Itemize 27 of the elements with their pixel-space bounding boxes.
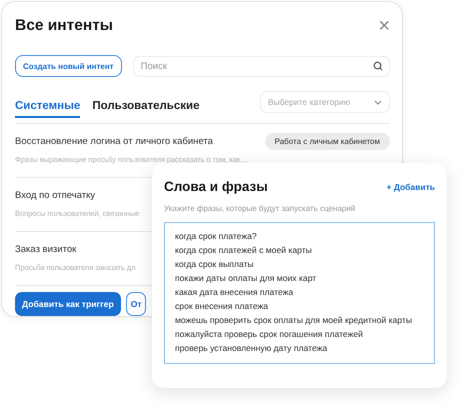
add-button[interactable]: + Добавить — [386, 182, 435, 192]
intent-title[interactable]: Заказ визиток — [15, 244, 76, 254]
tab[interactable]: Системные — [15, 96, 80, 118]
intent-title[interactable]: Вход по отпечатку — [15, 190, 96, 200]
dialog-title: Все интенты — [15, 17, 114, 35]
phrases-input-field[interactable] — [164, 222, 435, 364]
phrase-line: когда срок платежей с моей карты — [175, 244, 312, 257]
phrase-line: какая дата внесения платежа — [175, 286, 294, 299]
chevron-icon — [374, 100, 382, 104]
secondary-button[interactable]: От — [126, 292, 146, 316]
card-hint: Укажите фразы, которые будут запускать сценарий — [164, 204, 356, 213]
card-title: Слова и фразы — [164, 179, 268, 194]
phrase-line: когда срок выплаты — [175, 258, 254, 271]
tab[interactable]: Пользовательские — [92, 96, 200, 118]
phrase-line: пожалуйста проверь срок погашения платежей — [175, 328, 363, 341]
phrase-line: срок внесения платежа — [175, 300, 268, 313]
phrase-line: проверь установленную дату платежа — [175, 342, 328, 355]
intent-title[interactable]: Восстановление логина от личного кабинета — [15, 136, 213, 146]
phrase-line: покажи даты оплаты для моих карт — [175, 272, 316, 285]
search-icon — [373, 61, 383, 71]
add-trigger-button[interactable]: Добавить как триггер — [15, 292, 121, 316]
category-tag: Работа с личным кабинетом — [264, 132, 390, 150]
phrase-line: когда срок платежа? — [175, 230, 257, 243]
search-field[interactable]: Поиск — [132, 56, 390, 76]
close-button[interactable]: × — [378, 16, 390, 36]
create-intent-button[interactable]: Создать новый интент — [15, 55, 122, 77]
phrase-line: можешь проверить срок оплаты для моей кредитной карты — [175, 314, 412, 327]
